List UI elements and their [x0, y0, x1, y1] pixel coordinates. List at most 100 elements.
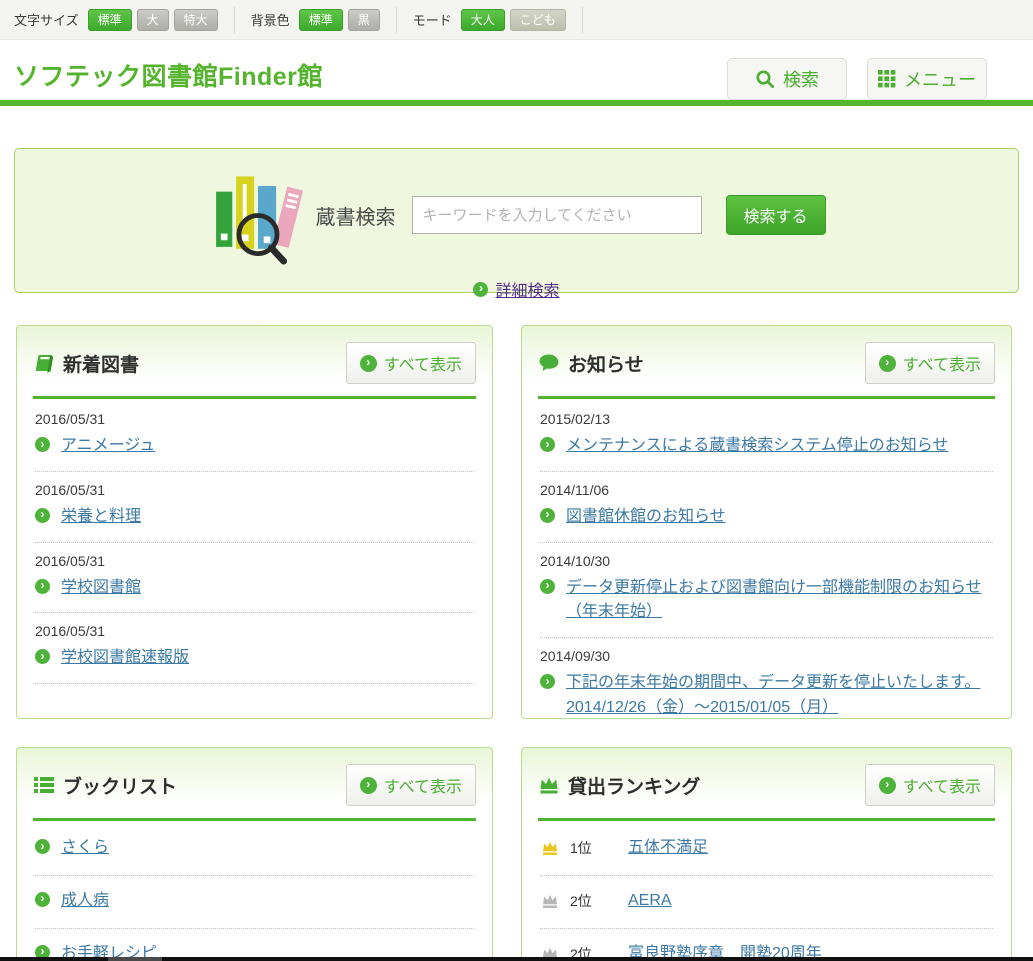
- view-all-label: すべて表示: [903, 351, 981, 375]
- header-menu-button[interactable]: メニュー: [867, 58, 987, 100]
- item-date: 2014/10/30: [540, 553, 993, 569]
- panel-title: お知らせ: [568, 350, 644, 377]
- font-size-xlarge-button[interactable]: 特大: [174, 9, 218, 31]
- view-all-label: すべて表示: [384, 773, 462, 797]
- arrow-circle-icon: [35, 839, 50, 854]
- books-and-magnifier-icon: [208, 165, 308, 265]
- new-books-panel: 新着図書 すべて表示 2016/05/31 アニメージュ 2016/05/31 …: [16, 325, 493, 719]
- toolbar-separator: [582, 7, 583, 33]
- item-date: 2014/11/06: [540, 482, 993, 498]
- arrow-circle-icon: [879, 355, 896, 372]
- speech-bubble-icon: [538, 352, 560, 374]
- item-date: 2016/05/31: [35, 482, 474, 498]
- arrow-circle-icon: [360, 777, 377, 794]
- arrow-circle-icon: [473, 282, 488, 297]
- catalog-search-panel: 蔵書検索 検索する 詳細検索: [14, 148, 1019, 293]
- mode-kids-button[interactable]: こども: [510, 9, 566, 31]
- arrow-circle-icon: [540, 437, 555, 452]
- content-grid: 新着図書 すべて表示 2016/05/31 アニメージュ 2016/05/31 …: [0, 325, 1033, 961]
- list-item: 2014/10/30 データ更新停止および図書館向け一部機能制限のお知らせ（年末…: [540, 543, 993, 639]
- catalog-search-submit-button[interactable]: 検索する: [726, 195, 826, 235]
- panel-title: 貸出ランキング: [568, 772, 700, 799]
- font-size-large-button[interactable]: 大: [137, 9, 169, 31]
- toolbar-separator: [234, 7, 235, 33]
- list-item: 2015/02/13 メンテナンスによる蔵書検索システム停止のお知らせ: [540, 401, 993, 472]
- crown-icon: [538, 774, 560, 796]
- book-icon: [33, 352, 55, 374]
- arrow-circle-icon: [879, 777, 896, 794]
- list-item: 2014/11/06 図書館休館のお知らせ: [540, 472, 993, 543]
- view-all-label: すべて表示: [384, 351, 462, 375]
- item-link[interactable]: メンテナンスによる蔵書検索システム停止のお知らせ: [566, 434, 948, 459]
- rank-label: 2位: [570, 891, 604, 911]
- new-books-view-all-button[interactable]: すべて表示: [346, 342, 476, 384]
- mode-label: モード: [413, 10, 452, 29]
- item-date: 2016/05/31: [35, 623, 474, 639]
- arrow-circle-icon: [35, 508, 50, 523]
- item-link[interactable]: 下記の年末年始の期間中、データ更新を停止いたします。2014/12/26（金）～…: [566, 671, 993, 719]
- bg-color-label: 背景色: [251, 10, 290, 29]
- list-item: 2016/05/31 学校図書館速報版: [35, 613, 474, 684]
- arrow-circle-icon: [360, 355, 377, 372]
- arrow-circle-icon: [540, 508, 555, 523]
- item-link[interactable]: データ更新停止および図書館向け一部機能制限のお知らせ（年末年始）: [566, 576, 993, 626]
- item-link[interactable]: 五体不満足: [628, 836, 708, 861]
- view-all-label: すべて表示: [903, 773, 981, 797]
- bg-black-button[interactable]: 黒: [348, 9, 380, 31]
- arrow-circle-icon: [35, 649, 50, 664]
- booklist-panel: ブックリスト すべて表示 さくら 成人病 お手軽レシ: [16, 747, 493, 961]
- mode-group: モード 大人 こども: [413, 9, 566, 31]
- arrow-circle-icon: [540, 579, 555, 594]
- item-link[interactable]: さくら: [61, 836, 109, 861]
- arrow-circle-icon: [35, 579, 50, 594]
- toolbar-separator: [396, 7, 397, 33]
- item-link[interactable]: アニメージュ: [61, 434, 155, 459]
- catalog-search-label: 蔵書検索: [316, 201, 396, 230]
- list-item: 2016/05/31 アニメージュ: [35, 401, 474, 472]
- item-link[interactable]: AERA: [628, 889, 672, 914]
- advanced-search-link[interactable]: 詳細検索: [495, 277, 559, 301]
- header-menu-label: メニュー: [904, 66, 976, 92]
- font-size-label: 文字サイズ: [14, 10, 79, 29]
- mode-adult-button[interactable]: 大人: [461, 9, 505, 31]
- list-item: 2位 AERA: [540, 876, 993, 929]
- item-link[interactable]: 成人病: [61, 889, 109, 914]
- catalog-search-input[interactable]: [412, 196, 702, 234]
- search-icon: [755, 69, 775, 89]
- item-link[interactable]: 図書館休館のお知らせ: [566, 505, 726, 530]
- site-header: ソフテック図書館Finder館 検索 メニュー: [0, 40, 1033, 100]
- news-view-all-button[interactable]: すべて表示: [865, 342, 995, 384]
- list-item: 2016/05/31 学校図書館: [35, 543, 474, 614]
- header-accent-bar: [0, 100, 1033, 106]
- window-bottom-edge: [0, 957, 1033, 961]
- panel-title: ブックリスト: [63, 772, 177, 799]
- bg-standard-button[interactable]: 標準: [299, 9, 343, 31]
- left-column: 新着図書 すべて表示 2016/05/31 アニメージュ 2016/05/31 …: [16, 325, 493, 961]
- silver-crown-icon: [540, 892, 560, 910]
- right-column: お知らせ すべて表示 2015/02/13 メンテナンスによる蔵書検索システム停…: [521, 325, 1012, 961]
- booklist-view-all-button[interactable]: すべて表示: [346, 764, 476, 806]
- list-item: 2014/09/30 下記の年末年始の期間中、データ更新を停止いたします。201…: [540, 638, 993, 719]
- font-size-standard-button[interactable]: 標準: [88, 9, 132, 31]
- item-link[interactable]: 栄養と料理: [61, 505, 141, 530]
- rank-label: 1位: [570, 838, 604, 858]
- list-item: 1位 五体不満足: [540, 823, 993, 876]
- accessibility-toolbar: 文字サイズ 標準 大 特大 背景色 標準 黒 モード 大人 こども: [0, 0, 1033, 40]
- item-link[interactable]: 学校図書館速報版: [61, 646, 189, 671]
- arrow-circle-icon: [540, 674, 555, 689]
- ranking-view-all-button[interactable]: すべて表示: [865, 764, 995, 806]
- scrollbar-thumb[interactable]: [108, 957, 162, 961]
- arrow-circle-icon: [35, 437, 50, 452]
- list-item: 2016/05/31 栄養と料理: [35, 472, 474, 543]
- site-title: ソフテック図書館Finder館: [14, 47, 323, 93]
- bg-color-group: 背景色 標準 黒: [251, 9, 380, 31]
- item-date: 2014/09/30: [540, 648, 993, 664]
- header-buttons: 検索 メニュー: [727, 58, 987, 100]
- header-search-button[interactable]: 検索: [727, 58, 847, 100]
- news-panel: お知らせ すべて表示 2015/02/13 メンテナンスによる蔵書検索システム停…: [521, 325, 1012, 719]
- list-icon: [33, 774, 55, 796]
- list-item: 成人病: [35, 876, 474, 929]
- item-link[interactable]: 学校図書館: [61, 576, 141, 601]
- item-date: 2016/05/31: [35, 553, 474, 569]
- item-date: 2015/02/13: [540, 411, 993, 427]
